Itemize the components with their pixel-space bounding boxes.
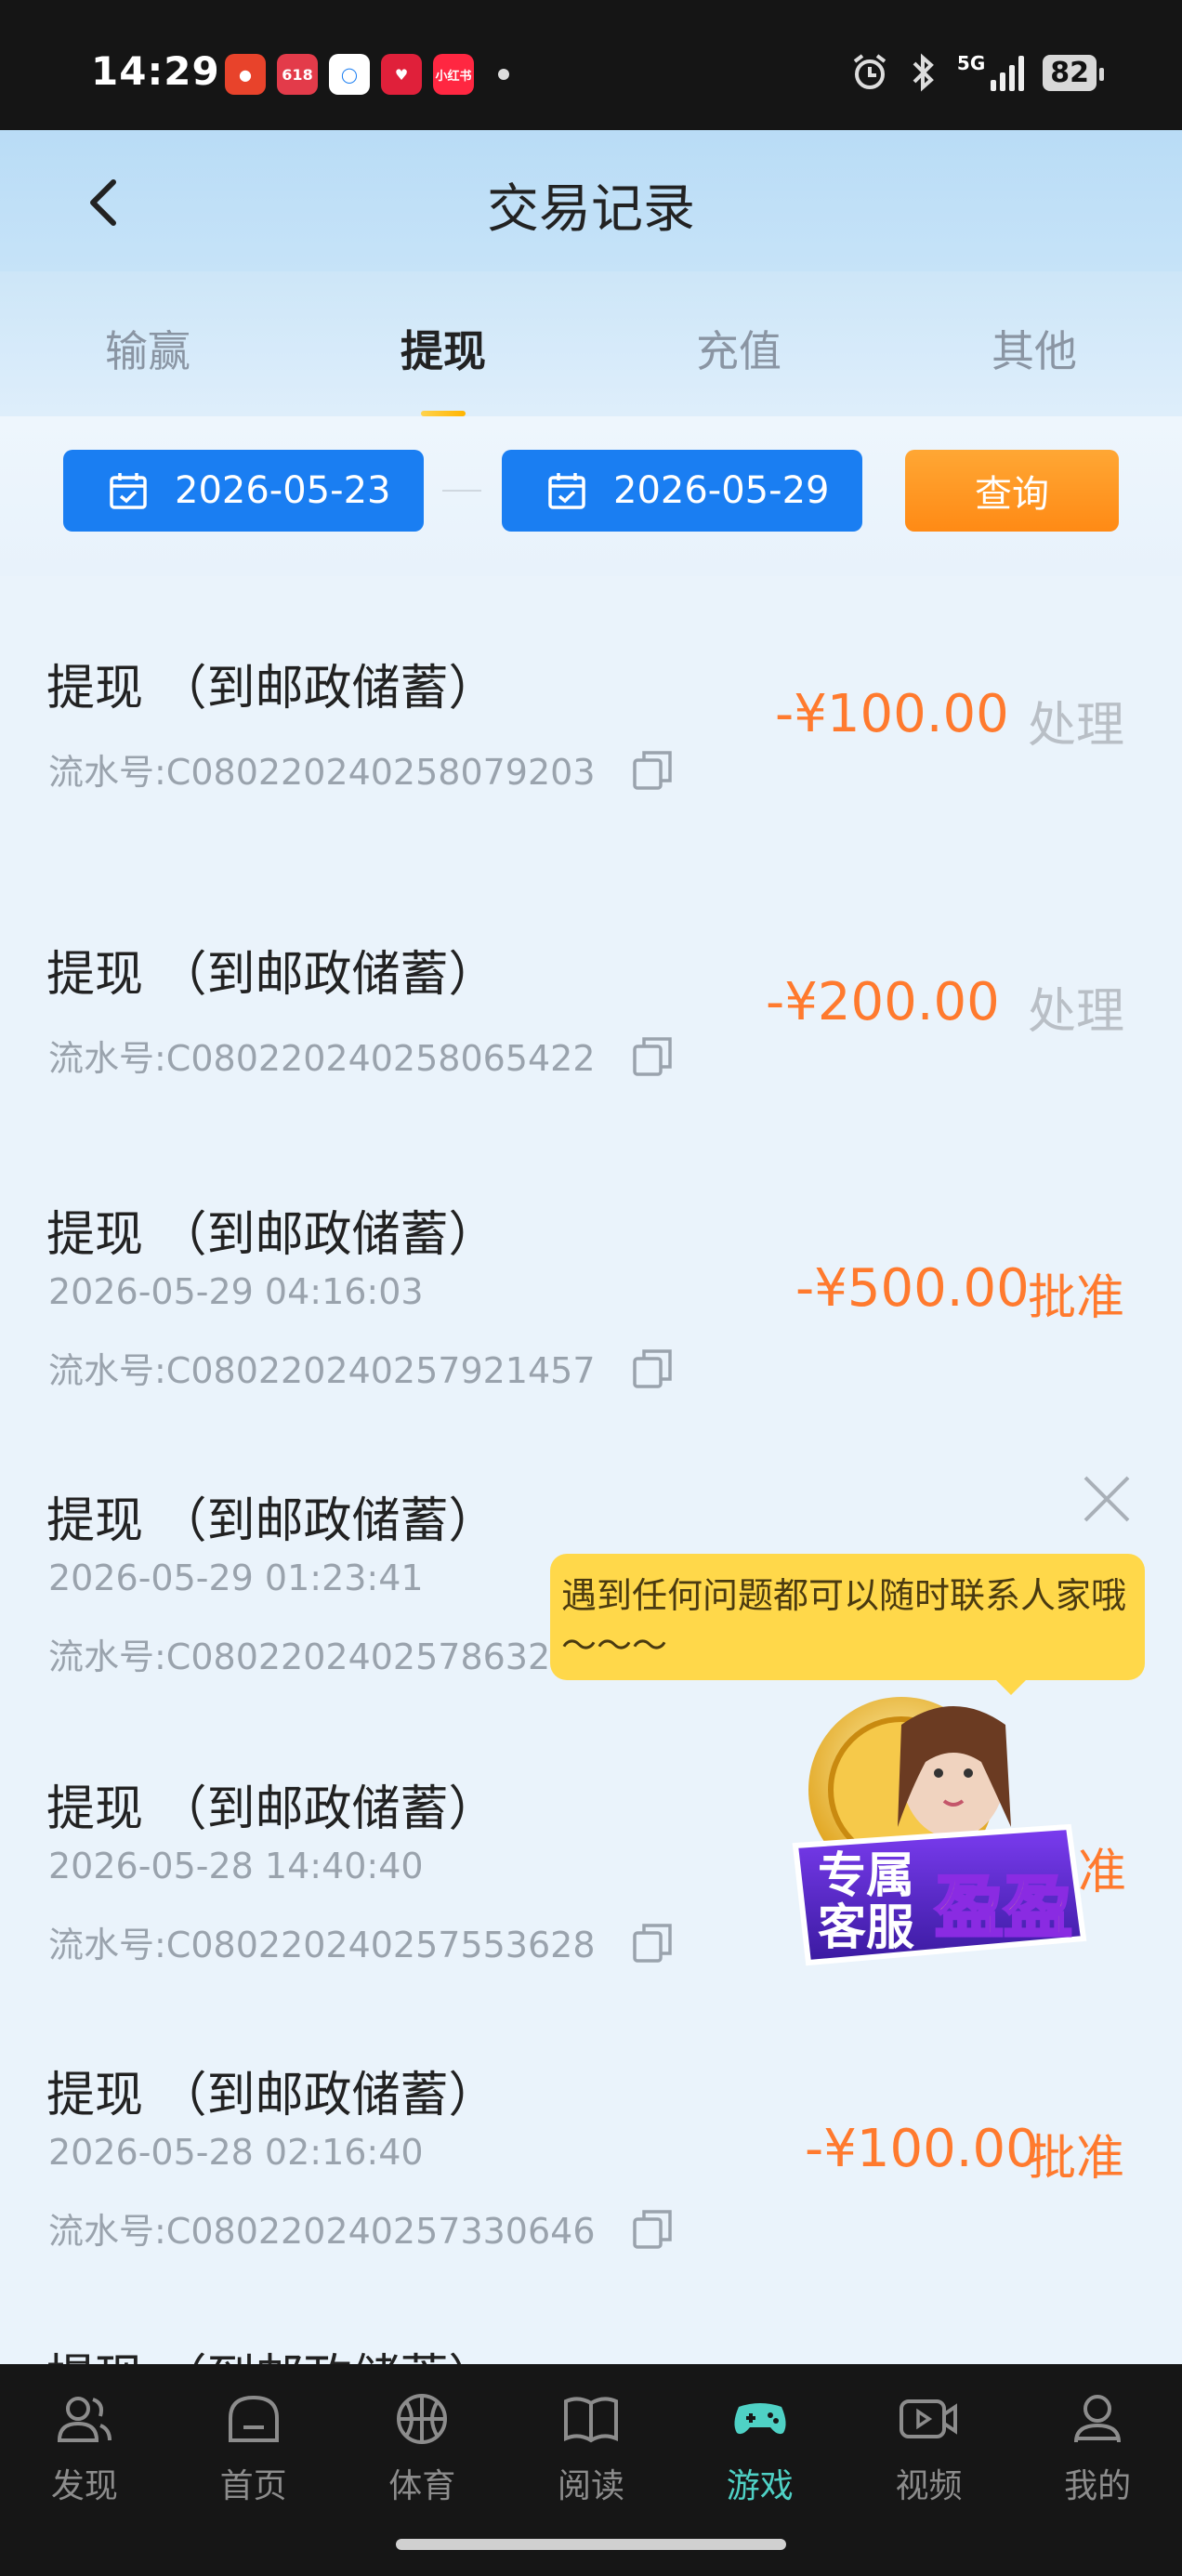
list-item[interactable]: 提现 （到邮政储蓄）: [0, 2338, 1182, 2364]
query-button[interactable]: 查询: [905, 450, 1119, 532]
alarm-icon: [853, 54, 886, 89]
page-title: 交易记录: [487, 179, 695, 240]
tab-other[interactable]: 其他: [886, 271, 1182, 416]
app-618-heart-icon: ♥: [381, 54, 422, 95]
record-title: 提现 （到邮政储蓄）: [46, 661, 497, 716]
nav-label: 首页: [219, 2467, 287, 2505]
record-serial: 流水号:C080220240257553628: [48, 1916, 676, 1967]
nav-me[interactable]: 我的: [1013, 2364, 1182, 2576]
nav-label: 发现: [50, 2467, 118, 2505]
copy-icon[interactable]: [631, 1033, 676, 1078]
bluetooth-icon: [913, 53, 934, 92]
record-title: 提现 （到邮政储蓄）: [46, 947, 497, 1003]
copy-icon[interactable]: [631, 2206, 676, 2251]
nav-discover[interactable]: 发现: [0, 2364, 169, 2576]
nav-label: 视频: [895, 2467, 963, 2505]
app-xiaohongshu-icon: 小红书: [433, 54, 474, 95]
list-item[interactable]: 提现 （到邮政储蓄） 2026-05-29 04:16:03 流水号:C0802…: [0, 1195, 1182, 1400]
gamepad-icon: [734, 2403, 786, 2435]
calendar-icon: [110, 473, 147, 509]
close-icon[interactable]: [1078, 1470, 1136, 1528]
nav-label: 游戏: [726, 2467, 794, 2505]
record-amount: -¥100.00: [805, 2119, 1039, 2179]
calendar-icon: [548, 473, 585, 509]
list-item[interactable]: 提现 （到邮政储蓄） 流水号:C080220240258065422 -¥200…: [0, 935, 1182, 1121]
badge-line2: 客服: [818, 1900, 914, 1956]
tab-win-loss[interactable]: 输赢: [0, 271, 296, 416]
record-serial: 流水号:C08022024025807920​3: [48, 743, 676, 795]
record-status: 处理: [1028, 984, 1125, 1040]
record-title: 提现 （到邮政储蓄）: [46, 1207, 497, 1263]
customer-service-badge[interactable]: 专属 客服 盈盈: [762, 1688, 1108, 1994]
record-serial: 流水号:C0802202402578632: [48, 1628, 550, 1679]
record-title: 提现 （到邮政储蓄）: [46, 1493, 497, 1549]
record-title: 提现 （到邮政储蓄）: [46, 2068, 497, 2123]
list-item[interactable]: 提现 （到邮政储蓄） 2026-05-28 02:16:40 流水号:C0802…: [0, 2056, 1182, 2260]
date-filter: 2026-05-23 2026-05-29 查询: [0, 416, 1182, 576]
record-status: 处理: [1028, 698, 1125, 754]
copy-icon[interactable]: [631, 1346, 676, 1390]
app-blue-icon: ◯: [329, 54, 370, 95]
record-amount: -¥500.00: [795, 1258, 1030, 1319]
record-time: 2026-05-28 14:40:40: [48, 1846, 424, 1886]
more-notifications-dot: [498, 69, 509, 80]
record-serial: 流水号:C080220240257330646: [48, 2202, 676, 2254]
serial-text: 流水号:C080220240257921457: [48, 1350, 596, 1391]
record-title: 提现 （到邮政储蓄）: [46, 1781, 497, 1837]
serial-text: 流水号:C080220240257330646: [48, 2211, 596, 2252]
users-icon: [57, 2397, 112, 2442]
nav-label: 阅读: [558, 2467, 625, 2505]
copy-icon[interactable]: [631, 1920, 676, 1965]
page-header: 交易记录: [0, 130, 1182, 271]
record-time: 2026-05-28 02:16:40: [48, 2132, 424, 2173]
support-tooltip: 遇到任何问题都可以随时联系人家哦～～～: [550, 1554, 1145, 1695]
nav-video[interactable]: 视频: [845, 2364, 1014, 2576]
status-time: 14:29: [91, 48, 220, 94]
end-date-label: 2026-05-29: [613, 469, 830, 512]
status-right: 5G 82: [849, 52, 1104, 93]
date-separator: [442, 490, 481, 492]
app-red-icon: ●: [225, 54, 266, 95]
list-item[interactable]: 提现 （到邮政储蓄） 流水号:C08022024025807920​3 -¥10…: [0, 649, 1182, 835]
user-icon: [1074, 2395, 1122, 2443]
battery-icon: 82: [1043, 54, 1104, 91]
nav-label: 体育: [388, 2467, 456, 2505]
home-indicator[interactable]: [396, 2539, 786, 2550]
tab-bar: 输赢 提现 充值 其他: [0, 271, 1182, 416]
record-status: 批准: [1028, 2131, 1125, 2187]
notification-apps: ● 618 ◯ ♥ 小红书: [225, 54, 509, 95]
serial-text: 流水号:C08022024025807920​3: [48, 752, 596, 793]
start-date-label: 2026-05-23: [175, 469, 391, 512]
book-icon: [564, 2397, 619, 2443]
home-icon: [228, 2395, 279, 2442]
badge-line1: 专属: [818, 1848, 914, 1904]
record-serial: 流水号:C080220240258065422: [48, 1030, 676, 1081]
nav-label: 我的: [1064, 2467, 1132, 2505]
video-icon: [900, 2399, 958, 2438]
network-type: 5G: [956, 52, 986, 74]
serial-text: 流水号:C0802202402578632: [48, 1636, 551, 1677]
badge-name: 盈盈: [935, 1868, 1072, 1948]
nav-home[interactable]: 首页: [169, 2364, 338, 2576]
record-time: 2026-05-29 01:23:41: [48, 1557, 424, 1598]
record-time: 2026-05-29 04:16:03: [48, 1271, 424, 1312]
end-date-button[interactable]: 2026-05-29: [502, 450, 862, 532]
tab-withdraw[interactable]: 提现: [296, 271, 591, 416]
record-amount: -¥100.00: [775, 684, 1009, 744]
copy-icon[interactable]: [631, 747, 676, 792]
record-status: 批准: [1028, 1270, 1125, 1326]
app-618-icon: 618: [277, 54, 318, 95]
record-serial: 流水号:C080220240257921457: [48, 1342, 676, 1393]
serial-text: 流水号:C080220240257553628: [48, 1925, 596, 1965]
serial-text: 流水号:C080220240258065422: [48, 1038, 596, 1079]
start-date-button[interactable]: 2026-05-23: [63, 450, 424, 532]
status-bar: 14:29 ● 618 ◯ ♥ 小红书 5G 82: [0, 0, 1182, 130]
signal-icon: [991, 54, 1025, 91]
record-amount: -¥200.00: [766, 972, 1000, 1032]
tab-deposit[interactable]: 充值: [591, 271, 886, 416]
record-title: 提现 （到邮政储蓄）: [46, 2338, 497, 2364]
basketball-icon: [397, 2394, 448, 2444]
